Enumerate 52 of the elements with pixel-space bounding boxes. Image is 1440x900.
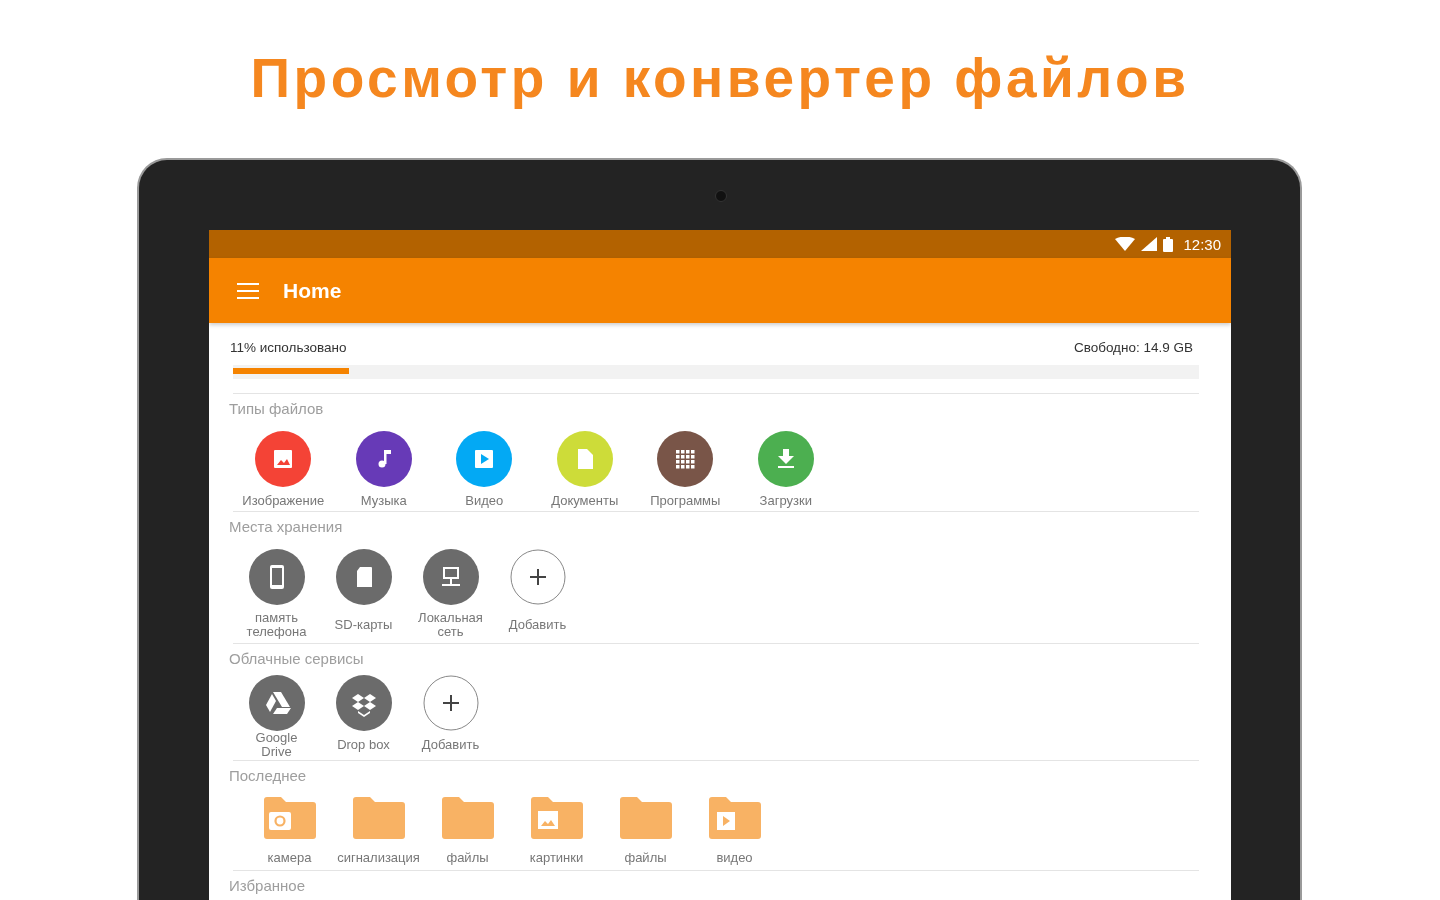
camera-icon [715,190,727,202]
item-label: Drop box [336,736,391,754]
download-icon[interactable] [757,431,814,487]
phone-icon[interactable] [248,549,305,605]
item-label: картинки [529,851,584,865]
folder-image-icon[interactable] [528,796,585,840]
app-title: Home [283,278,342,303]
clock: 12:30 [1183,235,1221,253]
free-label: Свободно: 14.9 GB [1073,340,1193,355]
item-label: Добавить [507,616,568,634]
item-label: Музыка [360,494,407,508]
apps-icon[interactable] [657,431,714,487]
folder-icon[interactable] [439,796,496,840]
section-title: Избранное [229,877,307,894]
folder-icon[interactable] [350,796,407,840]
item-label: файлы [446,851,489,865]
headline: Просмотр и конвертер файлов [250,46,1190,111]
used-label: 11% использовано [230,340,347,355]
item-label: Google Drive [254,731,299,759]
folder-camera-icon[interactable] [261,796,318,840]
image-icon[interactable] [255,431,312,487]
menu-icon[interactable] [237,281,261,300]
video-icon[interactable] [456,431,513,487]
item-label: память телефона [245,611,308,639]
section-title: Последнее [229,767,308,784]
folder-icon[interactable] [617,796,674,840]
add-icon[interactable] [509,549,566,605]
item-label: Загрузки [759,494,812,508]
item-label: сигнализация [337,851,420,865]
item-label: Программы [650,494,721,508]
section-title: Типы файлов [229,400,325,417]
item-label: файлы [624,851,667,865]
item-label: камера [267,851,312,865]
drive-icon[interactable] [248,675,305,731]
sd-icon[interactable] [335,549,392,605]
add-icon[interactable] [422,675,479,731]
item-label: Документы [551,494,619,508]
folder-video-icon[interactable] [706,796,763,840]
item-label: видео [716,851,753,865]
item-label: Видео [465,494,504,508]
section-title: Облачные сервисы [229,650,365,667]
music-icon[interactable] [355,431,412,487]
network-icon[interactable] [422,549,479,605]
item-label: Локальная сеть [417,611,484,639]
item-label: Изображение [242,494,325,508]
dropbox-icon[interactable] [335,675,392,731]
signal-icon [1141,237,1158,251]
battery-icon [1163,236,1174,252]
wifi-icon [1115,237,1136,251]
item-label: SD-карты [333,616,394,634]
section-title: Места хранения [229,518,344,535]
item-label: Добавить [420,736,481,754]
